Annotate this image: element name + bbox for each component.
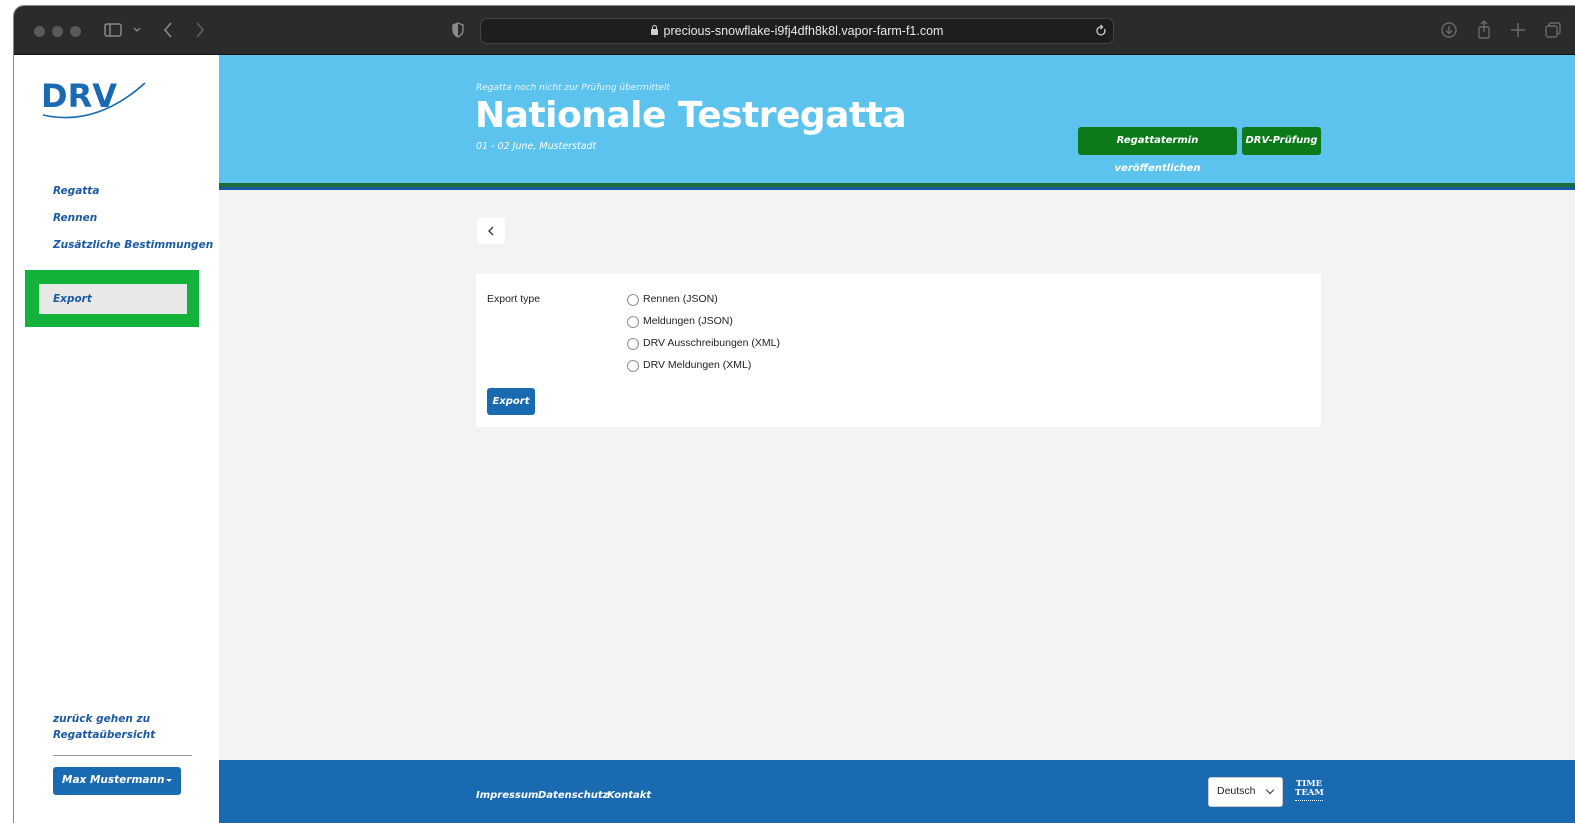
sidebar-item-export-label: Export [53, 293, 92, 305]
sidebar-item-regatta[interactable]: Regatta [53, 185, 99, 197]
export-option-label: DRV Ausschreibungen (XML) [643, 337, 780, 349]
sidebar-item-zusaetzliche-bestimmungen[interactable]: Zusätzliche Bestimmungen [53, 239, 213, 251]
new-tab-icon[interactable] [1510, 19, 1526, 41]
radio-button[interactable] [627, 294, 639, 306]
radio-button[interactable] [627, 360, 639, 372]
tab-overview-icon[interactable] [1544, 19, 1562, 41]
footer-link-datenschutz[interactable]: Datenschutz [538, 790, 608, 801]
zoom-window-dot[interactable] [70, 26, 81, 37]
radio-button[interactable] [627, 338, 639, 350]
url-text: precious-snowflake-i9fj4dfh8k8l.vapor-fa… [663, 24, 944, 38]
export-submit-button[interactable]: Export [487, 388, 535, 415]
download-icon[interactable] [1440, 19, 1458, 41]
header-accent-stripe-blue [219, 187, 1575, 190]
drv-review-button[interactable]: DRV-Prüfung [1242, 127, 1321, 155]
minimize-window-dot[interactable] [52, 26, 63, 37]
sidebar: DRV Regatta Rennen Zusätzliche Bestimmun… [14, 55, 219, 823]
time-team-logo[interactable]: TIME TEAM [1295, 780, 1324, 804]
user-name: Max Mustermann [62, 774, 165, 786]
review-status-note: Regatta noch nicht zur Prüfung übermitte… [476, 83, 670, 93]
footer: Impressum Datenschutz Kontakt Deutsch TI… [219, 760, 1575, 823]
user-menu-button[interactable]: Max Mustermann [53, 767, 181, 795]
drv-logo[interactable]: DRV [41, 75, 151, 129]
language-select[interactable]: Deutsch [1208, 777, 1283, 807]
sidebar-toggle-icon[interactable] [104, 19, 122, 41]
export-form-card: Export type Rennen (JSON) Meldungen (JSO… [476, 274, 1321, 427]
publish-regatta-button[interactable]: Regattatermin veröffentlichen [1078, 127, 1237, 174]
chevron-left-icon [488, 226, 494, 236]
reload-icon[interactable] [1095, 20, 1107, 42]
caret-down-icon [166, 779, 172, 782]
time-team-logo-line2: TEAM [1295, 788, 1324, 798]
browser-titlebar: precious-snowflake-i9fj4dfh8k8l.vapor-fa… [14, 6, 1575, 55]
browser-window: precious-snowflake-i9fj4dfh8k8l.vapor-fa… [14, 6, 1575, 823]
forward-arrow-icon[interactable] [194, 19, 206, 41]
export-option-label: Rennen (JSON) [643, 293, 718, 305]
chevron-down-icon[interactable] [132, 19, 142, 41]
share-icon[interactable] [1476, 19, 1492, 41]
close-window-dot[interactable] [34, 26, 45, 37]
export-option-label: DRV Meldungen (XML) [643, 359, 752, 371]
address-bar[interactable]: precious-snowflake-i9fj4dfh8k8l.vapor-fa… [480, 18, 1114, 44]
privacy-shield-icon[interactable] [451, 19, 465, 41]
export-type-label: Export type [487, 293, 541, 305]
footer-link-impressum[interactable]: Impressum [476, 790, 538, 801]
page-title: Nationale Testregatta [475, 95, 907, 136]
sidebar-item-rennen[interactable]: Rennen [53, 212, 97, 224]
lock-icon [650, 25, 658, 35]
regatta-header: Regatta noch nicht zur Prüfung übermitte… [219, 55, 1575, 183]
time-team-logo-dots [1295, 800, 1323, 804]
radio-button[interactable] [627, 316, 639, 328]
sidebar-item-export[interactable]: Export [39, 284, 187, 314]
chevron-down-icon [1265, 785, 1275, 795]
export-option-label: Meldungen (JSON) [643, 315, 733, 327]
language-select-value: Deutsch [1217, 785, 1256, 797]
back-to-regatta-overview-link[interactable]: zurück gehen zu Regattaübersicht [53, 711, 173, 743]
back-arrow-icon[interactable] [162, 19, 174, 41]
back-button[interactable] [477, 218, 505, 244]
sidebar-divider [53, 755, 192, 756]
footer-link-kontakt[interactable]: Kontakt [607, 790, 651, 801]
regatta-date-location: 01 - 02 June, Musterstadt [476, 141, 597, 152]
